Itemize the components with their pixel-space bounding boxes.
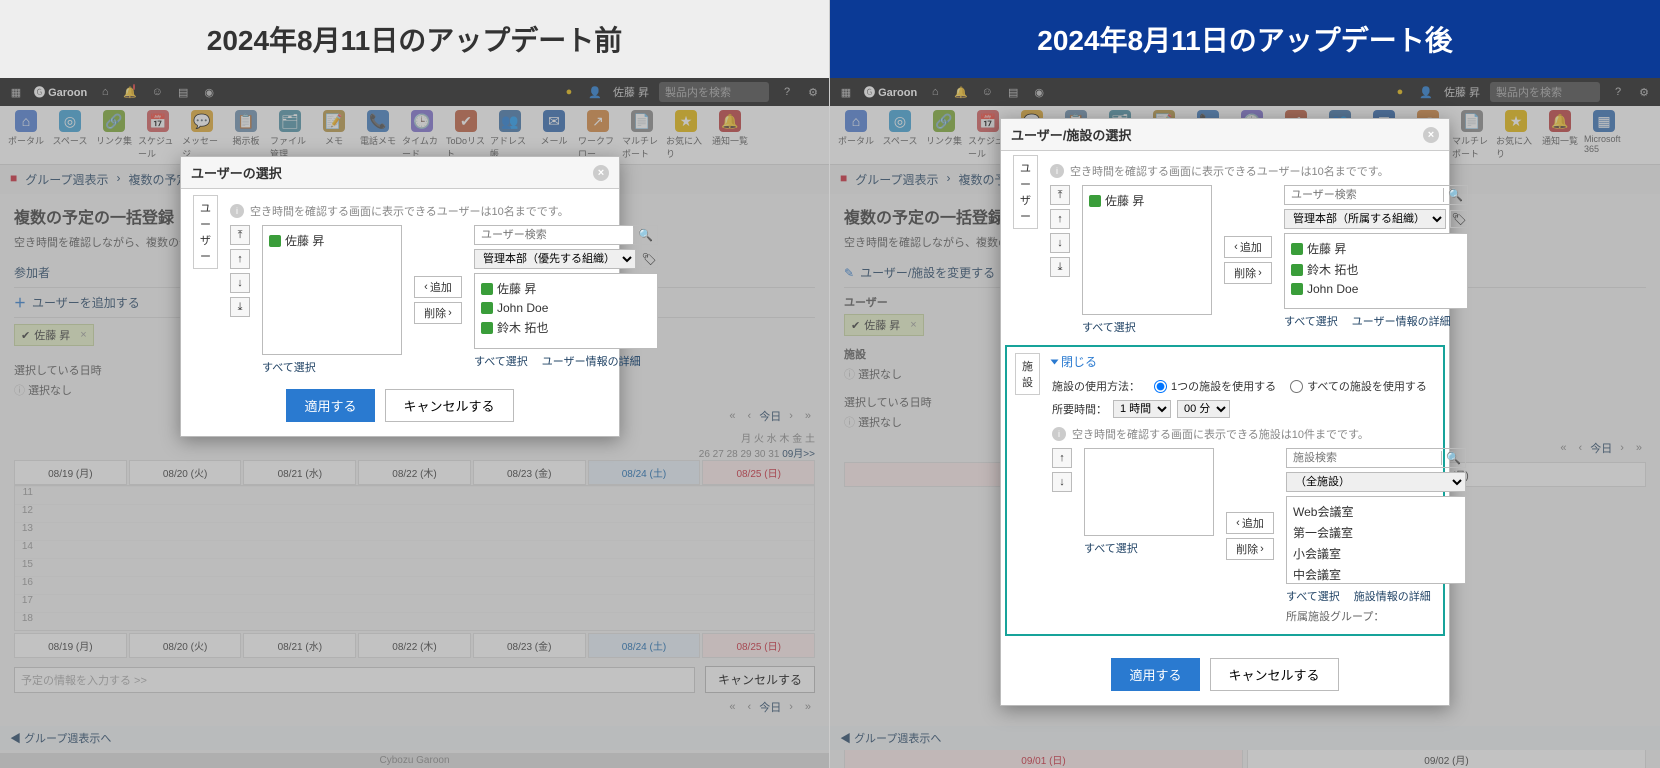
- usage-all-radio[interactable]: すべての施設を使用する: [1290, 378, 1427, 394]
- fac-move-up[interactable]: ↑: [1052, 448, 1072, 468]
- move-up-button[interactable]: ↑: [230, 249, 250, 269]
- select-all-left[interactable]: すべて選択: [1082, 319, 1136, 335]
- facility-section: 施設 閉じる 施設の使用方法： 1つの施設を使用する すべての施設を使用する 所…: [1005, 345, 1445, 636]
- fac-add-button[interactable]: ‹ 追加: [1226, 512, 1274, 534]
- person-icon: [1291, 264, 1303, 276]
- list-item[interactable]: Web会議室: [1293, 501, 1459, 522]
- usage-one-radio[interactable]: 1つの施設を使用する: [1154, 378, 1276, 394]
- user-search[interactable]: 🔍: [474, 225, 658, 245]
- user-select-modal: ユーザーの選択 × ユーザー i空き時間を確認する画面に表示できるユーザーは10…: [180, 156, 620, 437]
- tab-user[interactable]: ユーザー: [193, 195, 218, 269]
- select-all-right[interactable]: すべて選択: [1284, 313, 1338, 329]
- candidate-users-list[interactable]: 佐藤 昇鈴木 拓也John Doe: [1284, 233, 1468, 309]
- close-icon[interactable]: ×: [593, 165, 609, 181]
- list-item[interactable]: 佐藤 昇: [1291, 238, 1461, 259]
- move-bottom-button[interactable]: ⤓: [1050, 257, 1070, 277]
- fac-remove-button[interactable]: 削除 ›: [1226, 538, 1274, 560]
- duration-hour-select[interactable]: 1 時間: [1113, 400, 1171, 418]
- facility-search-input[interactable]: [1287, 449, 1441, 467]
- select-all-left[interactable]: すべて選択: [262, 359, 316, 375]
- move-top-button[interactable]: ⤒: [230, 225, 250, 245]
- hint-facility: i空き時間を確認する画面に表示できる施設は10件までです。: [1052, 426, 1466, 442]
- list-item[interactable]: John Doe: [1291, 280, 1461, 298]
- fac-select-all-left[interactable]: すべて選択: [1084, 540, 1138, 556]
- move-up-button[interactable]: ↑: [1050, 209, 1070, 229]
- move-down-button[interactable]: ↓: [1050, 233, 1070, 253]
- list-item[interactable]: 中会議室: [1293, 564, 1459, 584]
- org-tree-icon[interactable]: 🏷: [1450, 210, 1468, 228]
- list-item[interactable]: 佐藤 昇: [481, 278, 651, 299]
- selected-facilities-list[interactable]: [1084, 448, 1214, 536]
- usage-label: 施設の使用方法：: [1052, 378, 1140, 394]
- fac-move-down[interactable]: ↓: [1052, 472, 1072, 492]
- list-item[interactable]: 第一会議室: [1293, 522, 1459, 543]
- apply-button[interactable]: 適用する: [1111, 658, 1199, 691]
- list-item[interactable]: John Doe: [481, 299, 651, 317]
- tab-user[interactable]: ユーザー: [1013, 155, 1038, 229]
- duration-label: 所要時間：: [1052, 401, 1107, 417]
- person-icon: [1089, 195, 1101, 207]
- person-icon: [481, 302, 493, 314]
- collapse-toggle[interactable]: 閉じる: [1052, 353, 1466, 370]
- cancel-button[interactable]: キャンセルする: [1210, 658, 1339, 691]
- chevron-down-icon: [1051, 359, 1059, 364]
- modal-title: ユーザー/施設の選択: [1011, 125, 1131, 144]
- remove-button[interactable]: 削除 ›: [1224, 262, 1272, 284]
- list-item[interactable]: 小会議室: [1293, 543, 1459, 564]
- selected-users-list[interactable]: 佐藤 昇: [1082, 185, 1212, 315]
- comparison-title-after: 2024年8月11日のアップデート後: [830, 0, 1660, 78]
- user-search[interactable]: 🔍: [1284, 185, 1468, 205]
- apply-button[interactable]: 適用する: [286, 389, 374, 422]
- move-bottom-button[interactable]: ⤓: [230, 297, 250, 317]
- user-detail-link[interactable]: ユーザー情報の詳細: [542, 353, 641, 369]
- move-top-button[interactable]: ⤒: [1050, 185, 1070, 205]
- modal-title: ユーザーの選択: [191, 163, 282, 182]
- cancel-button[interactable]: キャンセルする: [385, 389, 514, 422]
- add-button[interactable]: ‹ 追加: [414, 276, 462, 298]
- selected-users-list[interactable]: 佐藤 昇: [262, 225, 402, 355]
- search-icon[interactable]: 🔍: [1441, 451, 1465, 465]
- person-icon: [1291, 283, 1303, 295]
- org-select[interactable]: 管理本部（優先する組織）: [474, 249, 636, 269]
- remove-button[interactable]: 削除 ›: [414, 302, 462, 324]
- candidate-users-list[interactable]: 佐藤 昇John Doe鈴木 拓也: [474, 273, 658, 349]
- org-select[interactable]: 管理本部（所属する組織）: [1284, 209, 1446, 229]
- user-search-input[interactable]: [1285, 186, 1443, 204]
- person-icon: [269, 235, 281, 247]
- select-all-right[interactable]: すべて選択: [474, 353, 528, 369]
- person-icon: [481, 322, 493, 334]
- hint-user: i空き時間を確認する画面に表示できるユーザーは10名までです。: [1050, 163, 1468, 179]
- search-icon[interactable]: 🔍: [633, 228, 657, 242]
- person-icon: [1291, 243, 1303, 255]
- tab-facility[interactable]: 施設: [1015, 353, 1040, 395]
- facility-group-select[interactable]: （全施設）: [1286, 472, 1466, 492]
- duration-min-select[interactable]: 00 分: [1177, 400, 1230, 418]
- facility-search[interactable]: 🔍: [1286, 448, 1466, 468]
- org-tree-icon[interactable]: 🏷: [640, 250, 658, 268]
- user-search-input[interactable]: [475, 226, 633, 244]
- person-icon: [481, 283, 493, 295]
- facility-group-label: 所属施設グループ：: [1286, 608, 1466, 624]
- user-detail-link[interactable]: ユーザー情報の詳細: [1352, 313, 1451, 329]
- close-icon[interactable]: ×: [1423, 127, 1439, 143]
- user-facility-modal: ユーザー/施設の選択 × ユーザー i空き時間を確認する画面に表示できるユーザー…: [1000, 118, 1450, 706]
- candidate-facilities-list[interactable]: Web会議室第一会議室小会議室中会議室大会議室: [1286, 496, 1466, 584]
- add-button[interactable]: ‹ 追加: [1224, 236, 1272, 258]
- comparison-title-before: 2024年8月11日のアップデート前: [0, 0, 829, 78]
- list-item[interactable]: 鈴木 拓也: [1291, 259, 1461, 280]
- search-icon[interactable]: 🔍: [1443, 188, 1467, 202]
- list-item[interactable]: 鈴木 拓也: [481, 317, 651, 338]
- move-down-button[interactable]: ↓: [230, 273, 250, 293]
- fac-detail-link[interactable]: 施設情報の詳細: [1354, 588, 1431, 604]
- fac-select-all-right[interactable]: すべて選択: [1286, 588, 1340, 604]
- hint-text: i空き時間を確認する画面に表示できるユーザーは10名までです。: [230, 203, 658, 219]
